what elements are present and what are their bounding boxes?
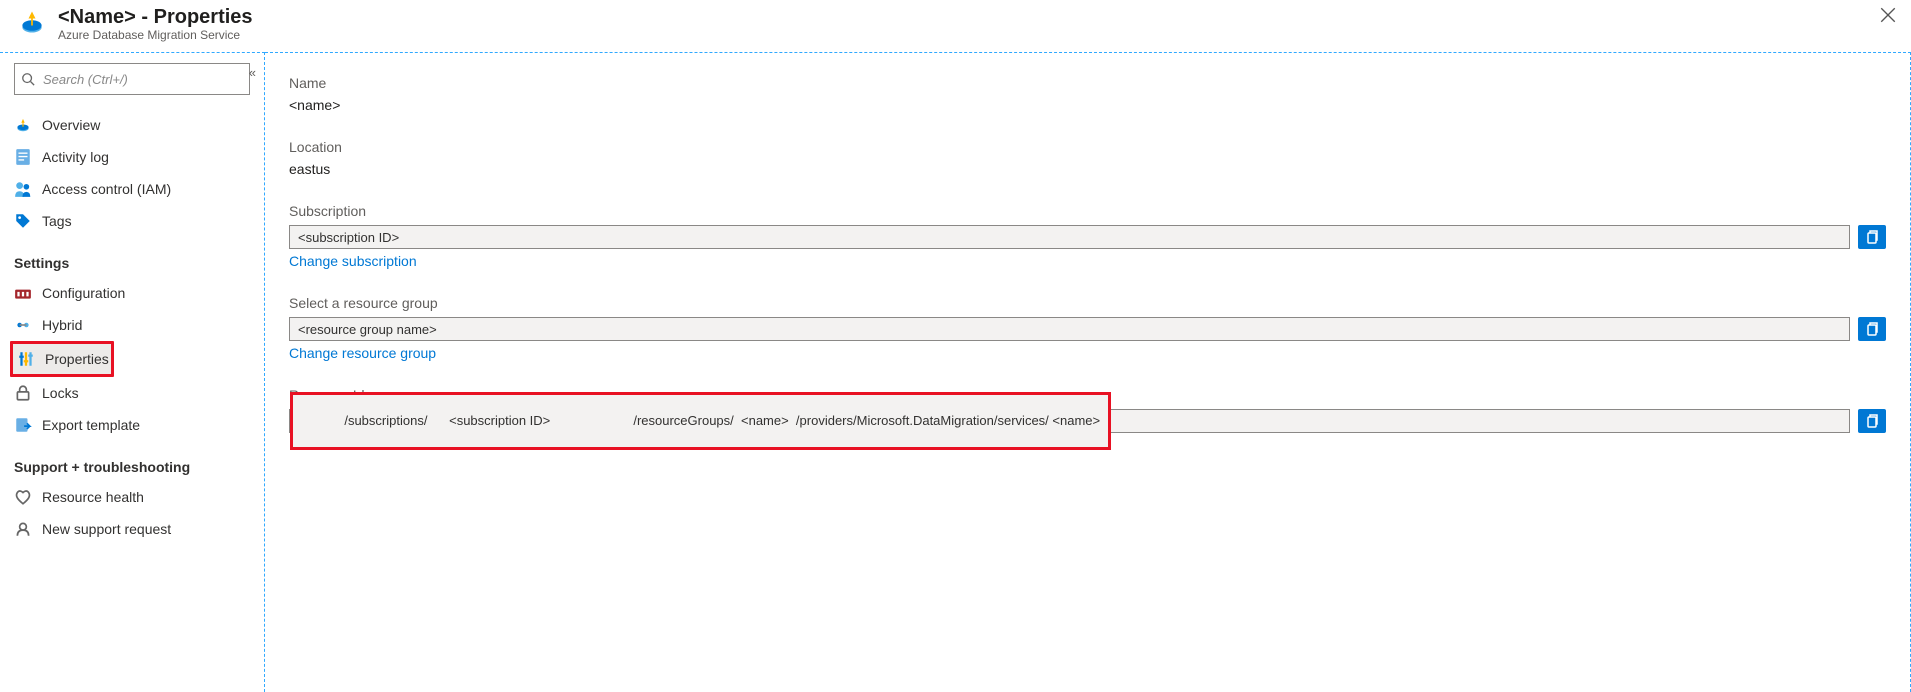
search-input[interactable]	[41, 71, 243, 88]
search-icon	[21, 72, 35, 86]
label-resource-group: Select a resource group	[289, 295, 1886, 311]
nav-overview[interactable]: Overview	[0, 109, 264, 141]
nav-label: Resource health	[42, 489, 144, 505]
close-button[interactable]	[1879, 6, 1897, 24]
configuration-icon	[14, 284, 32, 302]
change-resource-group-link[interactable]: Change resource group	[289, 345, 436, 361]
overview-icon	[14, 116, 32, 134]
nav-hybrid[interactable]: Hybrid	[0, 309, 264, 341]
value-resource-group[interactable]: <resource group name>	[289, 317, 1850, 341]
highlighted-resource-id: /subscriptions/ <subscription ID> /resou…	[290, 392, 1111, 450]
copy-icon	[1864, 413, 1880, 429]
nav-activity-log[interactable]: Activity log	[0, 141, 264, 173]
value-resource-id: /subscriptions/ <subscription ID> /resou…	[336, 410, 1108, 432]
value-resource-id-container[interactable]: /subscriptions/ <subscription ID> /resou…	[289, 409, 1850, 433]
nav-label: Tags	[42, 213, 72, 229]
nav-export-template[interactable]: Export template	[0, 409, 264, 441]
blade-header: <Name> - Properties Azure Database Migra…	[0, 0, 1911, 52]
support-request-icon	[14, 520, 32, 538]
activity-log-icon	[14, 148, 32, 166]
copy-icon	[1864, 321, 1880, 337]
nav-label: New support request	[42, 521, 171, 537]
service-logo-icon	[18, 8, 46, 36]
properties-icon	[17, 350, 35, 368]
nav-label: Access control (IAM)	[42, 181, 171, 197]
nav-label: Overview	[42, 117, 100, 133]
page-title: <Name> - Properties	[58, 6, 253, 28]
section-settings: Settings	[0, 237, 264, 277]
section-support: Support + troubleshooting	[0, 441, 264, 481]
search-input-container[interactable]	[14, 63, 250, 95]
label-location: Location	[289, 139, 1886, 155]
field-resource-group: Select a resource group <resource group …	[289, 295, 1886, 361]
nav-label: Locks	[42, 385, 79, 401]
field-subscription: Subscription <subscription ID> Change su…	[289, 203, 1886, 269]
header-text: <Name> - Properties Azure Database Migra…	[58, 6, 253, 42]
highlighted-nav-properties: Properties	[10, 341, 114, 377]
value-name: <name>	[289, 97, 1886, 113]
value-subscription[interactable]: <subscription ID>	[289, 225, 1850, 249]
nav-tags[interactable]: Tags	[0, 205, 264, 237]
sidebar: « Overview Activity log A	[0, 52, 265, 692]
locks-icon	[14, 384, 32, 402]
copy-icon	[1864, 229, 1880, 245]
nav-label: Configuration	[42, 285, 125, 301]
nav-properties[interactable]: Properties	[13, 344, 111, 374]
nav-label: Export template	[42, 417, 140, 433]
nav-locks[interactable]: Locks	[0, 377, 264, 409]
hybrid-icon	[14, 316, 32, 334]
resource-health-icon	[14, 488, 32, 506]
export-template-icon	[14, 416, 32, 434]
nav-configuration[interactable]: Configuration	[0, 277, 264, 309]
copy-resource-group-button[interactable]	[1858, 317, 1886, 341]
nav-label: Hybrid	[42, 317, 82, 333]
nav-label: Activity log	[42, 149, 109, 165]
nav-access-control[interactable]: Access control (IAM)	[0, 173, 264, 205]
change-subscription-link[interactable]: Change subscription	[289, 253, 417, 269]
nav-resource-health[interactable]: Resource health	[0, 481, 264, 513]
nav-new-support-request[interactable]: New support request	[0, 513, 264, 545]
main-content: Name <name> Location eastus Subscription…	[265, 52, 1911, 692]
collapse-sidebar-icon[interactable]: «	[249, 65, 256, 80]
copy-subscription-button[interactable]	[1858, 225, 1886, 249]
field-location: Location eastus	[289, 139, 1886, 177]
tags-icon	[14, 212, 32, 230]
access-control-icon	[14, 180, 32, 198]
label-name: Name	[289, 75, 1886, 91]
page-subtitle: Azure Database Migration Service	[58, 28, 253, 42]
field-name: Name <name>	[289, 75, 1886, 113]
label-subscription: Subscription	[289, 203, 1886, 219]
value-location: eastus	[289, 161, 1886, 177]
field-resource-id: Resource Id /subscriptions/ <subscriptio…	[289, 387, 1886, 433]
nav-label: Properties	[45, 351, 109, 367]
copy-resource-id-button[interactable]	[1858, 409, 1886, 433]
